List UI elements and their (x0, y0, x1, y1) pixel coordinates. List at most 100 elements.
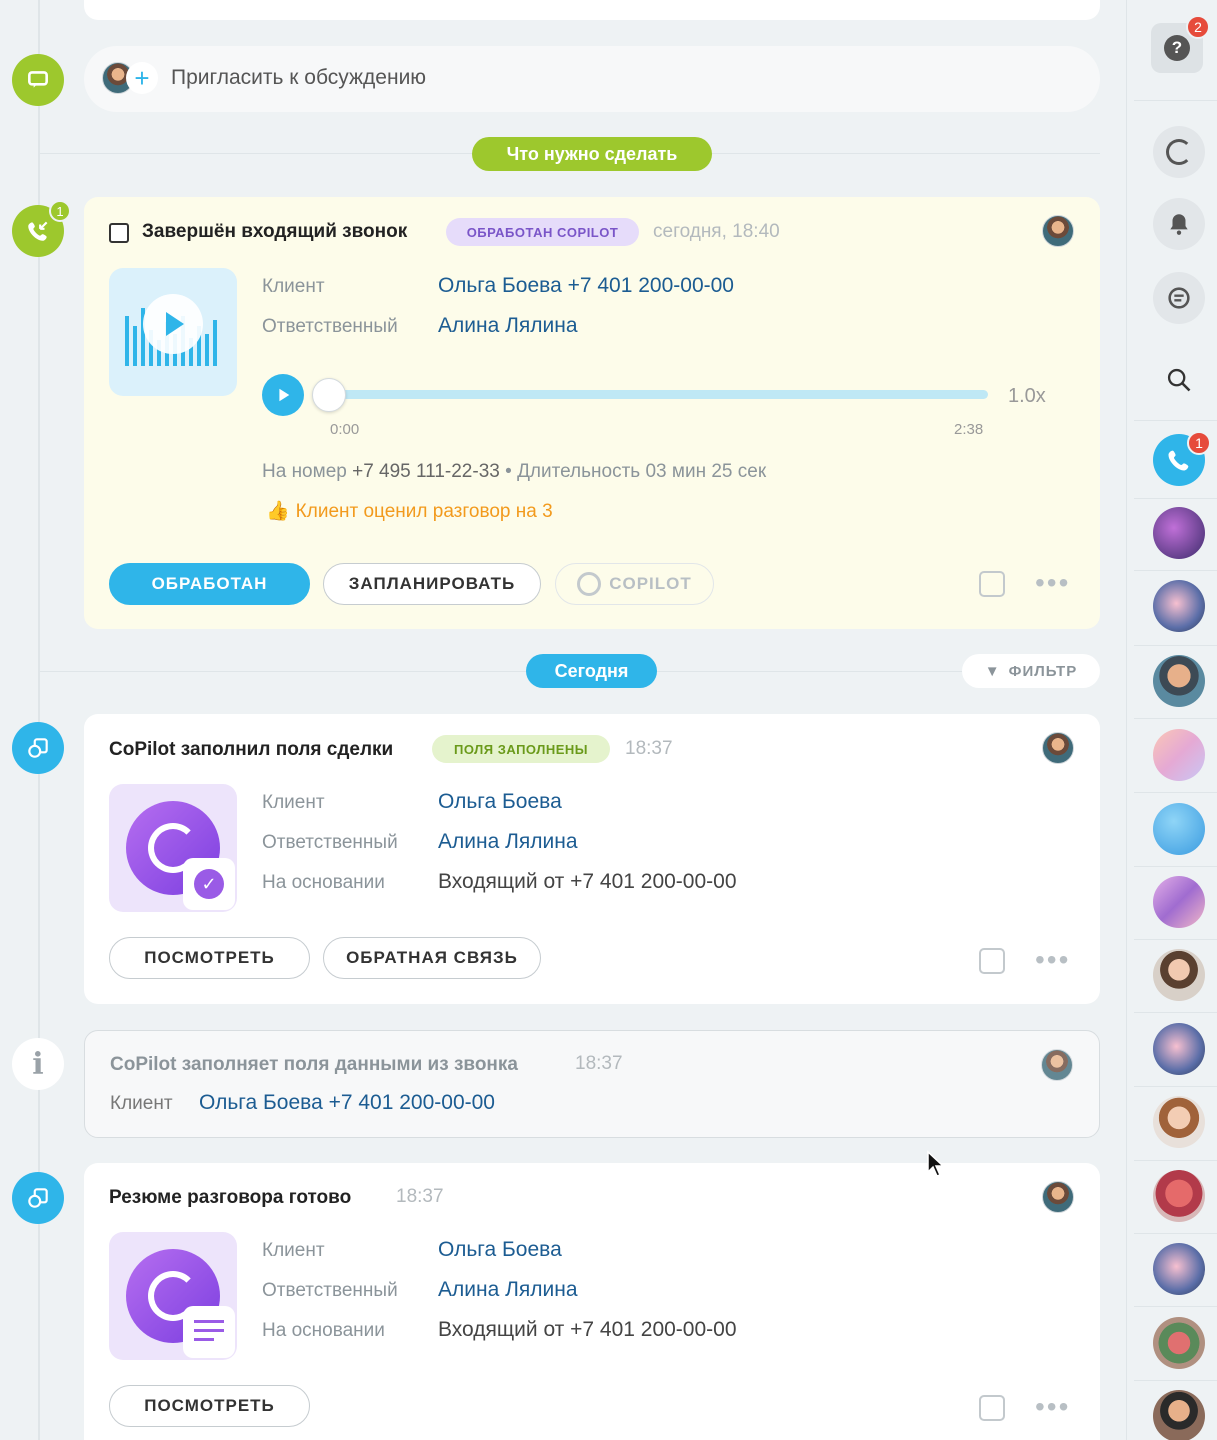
client-link[interactable]: Ольга Боева +7 401 200-00-00 (199, 1091, 495, 1115)
check-circle: ✓ (194, 869, 224, 899)
filter-label: ФИЛЬТР (1008, 662, 1078, 680)
playback-speed[interactable]: 1.0x (1008, 385, 1046, 408)
rail-divider (1134, 718, 1217, 719)
responsible-link[interactable]: Алина Лялина (438, 1278, 578, 1302)
view-button[interactable]: ПОСМОТРЕТЬ (109, 937, 310, 979)
chat-search-icon[interactable] (1153, 272, 1205, 324)
invite-text[interactable]: Пригласить к обсуждению (171, 66, 426, 90)
copilot-activity-icon (12, 1172, 64, 1224)
rail-divider (1134, 645, 1217, 646)
info-glyph: i (32, 1046, 44, 1082)
doc-line (194, 1320, 224, 1323)
copilot-thumbnail: ✓ (109, 784, 237, 912)
search-icon[interactable] (1153, 354, 1205, 406)
rail-divider (1134, 100, 1217, 101)
call-count-badge: 1 (49, 200, 71, 222)
bell-icon[interactable] (1153, 198, 1205, 250)
avatar (1042, 1181, 1074, 1213)
filter-button[interactable]: ▼ ФИЛЬТР (962, 654, 1100, 688)
more-icon[interactable]: ••• (1035, 1393, 1070, 1421)
more-icon[interactable]: ••• (1035, 946, 1070, 974)
note-icon[interactable] (979, 571, 1005, 597)
copilot-rail-icon[interactable] (1153, 126, 1205, 178)
done-checkbox[interactable] (109, 223, 129, 243)
basis-label: На основании (262, 1320, 385, 1341)
copilot-button[interactable]: COPILOT (555, 563, 714, 605)
feedback-button[interactable]: ОБРАТНАЯ СВЯЗЬ (323, 937, 541, 979)
copilot-fields-title: CoPilot заполнил поля сделки (109, 739, 394, 760)
doc-line (194, 1329, 224, 1332)
add-user-icon[interactable]: + (126, 62, 158, 94)
rail-divider (1134, 1012, 1217, 1013)
play-button[interactable] (262, 374, 304, 416)
responsible-link[interactable]: Алина Лялина (438, 830, 578, 854)
contact-avatar[interactable] (1153, 1170, 1205, 1222)
audio-progress-track[interactable] (324, 390, 988, 399)
mouse-cursor (927, 1150, 945, 1177)
more-icon[interactable]: ••• (1035, 569, 1070, 597)
avatar (1041, 1049, 1073, 1081)
rail-divider (1134, 866, 1217, 867)
help-icon: ? (1164, 35, 1190, 61)
summary-card: Резюме разговора готово 18:37 Клиент Оль… (84, 1163, 1100, 1440)
avatar (1042, 215, 1074, 247)
client-link[interactable]: Ольга Боева (438, 790, 562, 814)
responsible-link[interactable]: Алина Лялина (438, 314, 578, 338)
copilot-fields-card: CoPilot заполнил поля сделки ПОЛЯ ЗАПОЛН… (84, 714, 1100, 1004)
contact-avatar[interactable] (1153, 949, 1205, 1001)
summary-thumbnail (109, 1232, 237, 1360)
time-end: 2:38 (954, 421, 984, 438)
rail-divider (1134, 939, 1217, 940)
contact-avatar[interactable] (1153, 1317, 1205, 1369)
contact-avatar[interactable] (1153, 1390, 1205, 1440)
client-label: Клиент (262, 276, 325, 297)
contact-avatar[interactable] (1153, 1023, 1205, 1075)
client-link[interactable]: Ольга Боева +7 401 200-00-00 (438, 274, 734, 298)
client-link[interactable]: Ольга Боева (438, 1238, 562, 1262)
copilot-activity-icon (12, 722, 64, 774)
responsible-label: Ответственный (262, 832, 398, 853)
summary-title: Резюме разговора готово (109, 1187, 352, 1208)
audio-thumbnail[interactable] (109, 268, 237, 396)
contact-avatar[interactable] (1153, 507, 1205, 559)
thumbs-up-icon: 👍 (266, 501, 290, 522)
comment-icon (12, 54, 64, 106)
info-card: CoPilot заполняет поля данными из звонка… (84, 1030, 1100, 1138)
section-todo-label: Что нужно сделать (472, 137, 712, 171)
previous-card (84, 0, 1100, 20)
call-time: сегодня, 18:40 (653, 221, 780, 242)
basis-label: На основании (262, 872, 385, 893)
invite-bar[interactable]: + Пригласить к обсуждению (84, 46, 1100, 112)
note-icon[interactable] (979, 948, 1005, 974)
contact-avatar[interactable] (1153, 1096, 1205, 1148)
contact-avatar[interactable] (1153, 729, 1205, 781)
doc-line (194, 1338, 214, 1341)
contact-avatar[interactable] (1153, 655, 1205, 707)
client-label: Клиент (110, 1093, 173, 1114)
client-rating: Клиент оценил разговор на 3 (295, 501, 553, 522)
contact-avatar[interactable] (1153, 580, 1205, 632)
rail-divider (1134, 498, 1217, 499)
contact-avatar[interactable] (1153, 1243, 1205, 1295)
incoming-call-icon: 1 (12, 200, 71, 257)
processed-button[interactable]: ОБРАБОТАН (109, 563, 310, 605)
schedule-button[interactable]: ЗАПЛАНИРОВАТЬ (323, 563, 541, 605)
info-time: 18:37 (575, 1053, 623, 1074)
view-button[interactable]: ПОСМОТРЕТЬ (109, 1385, 310, 1427)
audio-scrubber[interactable] (312, 378, 346, 412)
check-badge-icon: ✓ (183, 858, 235, 910)
section-today-label: Сегодня (526, 654, 657, 688)
help-badge: 2 (1186, 15, 1210, 39)
rail-divider (1134, 570, 1217, 571)
copilot-ring (1166, 139, 1192, 165)
copilot-fields-time: 18:37 (625, 738, 673, 759)
time-start: 0:00 (330, 421, 360, 438)
copilot-label: COPILOT (609, 574, 692, 593)
rating-row: 👍 Клиент оценил разговор на 3 (266, 499, 553, 523)
contact-avatar[interactable] (1153, 876, 1205, 928)
info-icon: i (12, 1038, 64, 1090)
note-icon[interactable] (979, 1395, 1005, 1421)
contact-avatar[interactable] (1153, 803, 1205, 855)
responsible-label: Ответственный (262, 1280, 398, 1301)
summary-time: 18:37 (396, 1186, 444, 1207)
